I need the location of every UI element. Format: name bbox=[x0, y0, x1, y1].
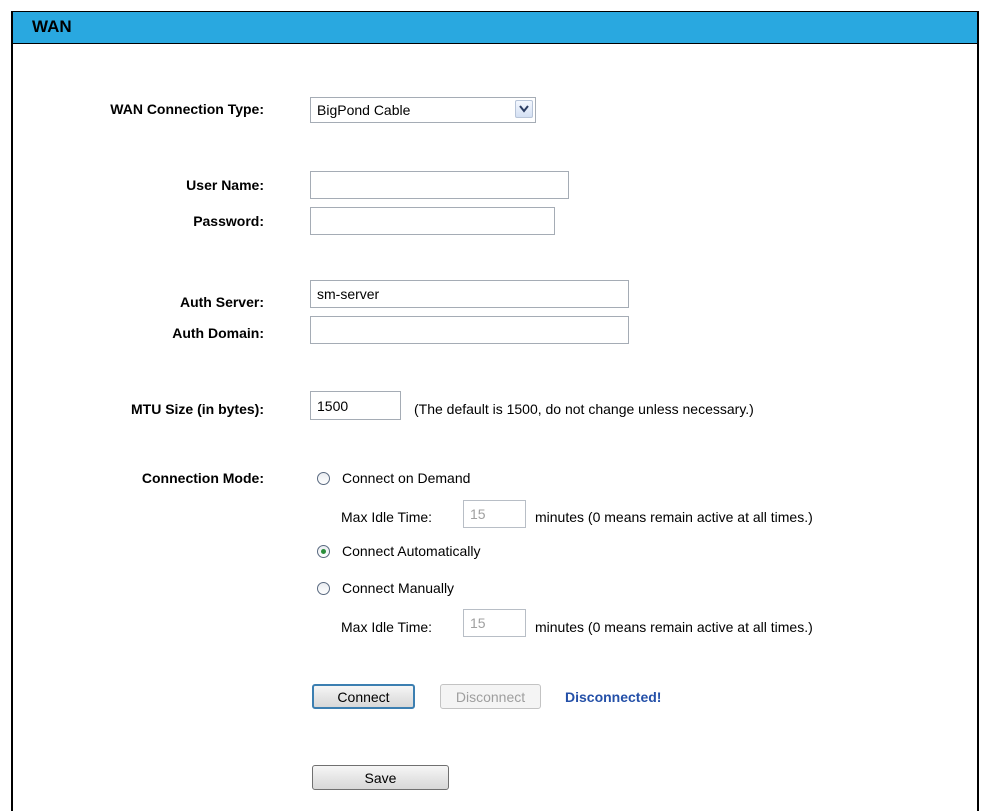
connect-on-demand-label[interactable]: Connect on Demand bbox=[342, 470, 470, 486]
auth-server-label: Auth Server: bbox=[179, 294, 264, 310]
idle-time-input-demand[interactable] bbox=[463, 500, 526, 528]
user-name-label: User Name: bbox=[186, 177, 264, 193]
password-input[interactable] bbox=[310, 207, 555, 235]
connection-type-value: BigPond Cable bbox=[317, 102, 411, 118]
connection-type-label: WAN Connection Type: bbox=[110, 101, 264, 117]
radio-connect-automatically[interactable] bbox=[317, 545, 330, 558]
password-label: Password: bbox=[193, 213, 264, 229]
connect-automatically-label[interactable]: Connect Automatically bbox=[342, 543, 481, 559]
connect-manually-label[interactable]: Connect Manually bbox=[342, 580, 454, 596]
connection-type-select[interactable]: BigPond Cable bbox=[310, 97, 536, 123]
connect-button[interactable]: Connect bbox=[312, 684, 415, 709]
chevron-down-icon[interactable] bbox=[515, 100, 533, 118]
save-button[interactable]: Save bbox=[312, 765, 449, 790]
page-title: WAN bbox=[32, 17, 72, 36]
radio-connect-on-demand[interactable] bbox=[317, 472, 330, 485]
idle-time-input-manual[interactable] bbox=[463, 609, 526, 637]
mtu-hint: (The default is 1500, do not change unle… bbox=[414, 401, 754, 417]
radio-selected-dot bbox=[321, 549, 326, 554]
auth-server-input[interactable] bbox=[310, 280, 629, 308]
disconnect-button[interactable]: Disconnect bbox=[440, 684, 541, 709]
idle-time-label-demand: Max Idle Time: bbox=[341, 509, 433, 525]
idle-time-suffix-demand: minutes (0 means remain active at all ti… bbox=[535, 509, 813, 525]
mtu-input[interactable] bbox=[310, 391, 401, 420]
mtu-label: MTU Size (in bytes): bbox=[130, 401, 264, 417]
panel-header: WAN bbox=[13, 12, 977, 44]
auth-domain-label: Auth Domain: bbox=[172, 325, 264, 341]
connection-mode-label: Connection Mode: bbox=[141, 470, 264, 486]
idle-time-suffix-manual: minutes (0 means remain active at all ti… bbox=[535, 619, 813, 635]
connection-status: Disconnected! bbox=[565, 689, 662, 705]
auth-domain-input[interactable] bbox=[310, 316, 629, 344]
user-name-input[interactable] bbox=[310, 171, 569, 199]
radio-connect-manually[interactable] bbox=[317, 582, 330, 595]
idle-time-label-manual: Max Idle Time: bbox=[341, 619, 433, 635]
